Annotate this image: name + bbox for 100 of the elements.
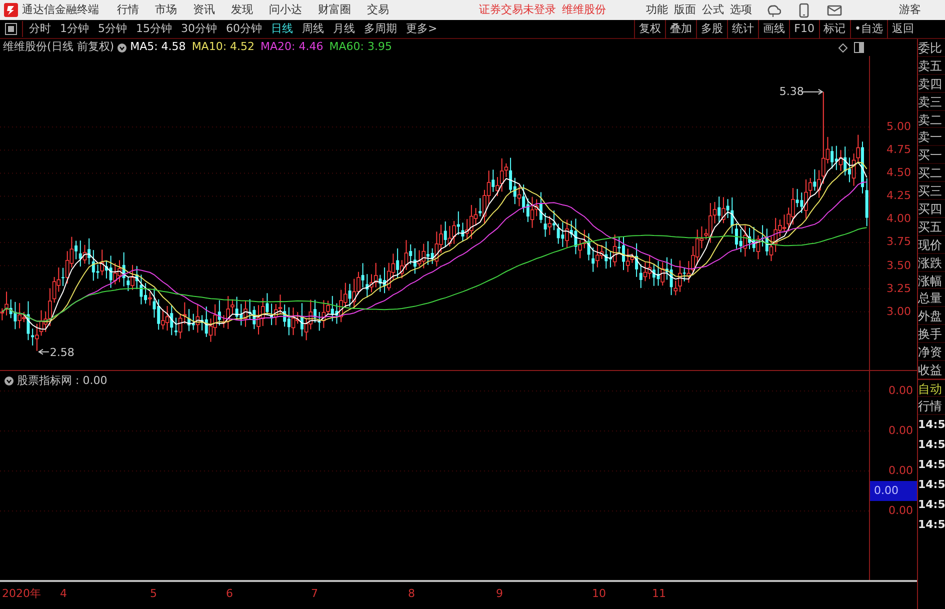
indicator-value: MA60: 3.95	[329, 39, 392, 56]
quote-field-label: 买五	[918, 218, 945, 236]
period-tab[interactable]: 60分钟	[226, 20, 262, 38]
period-tab[interactable]: 1分钟	[60, 20, 89, 38]
quote-field-label: 买三	[918, 182, 945, 200]
date-axis-label: 11	[652, 586, 666, 602]
trade-time: 14:5	[918, 516, 945, 533]
quote-field-label: 涨幅	[918, 272, 945, 290]
price-axis-label: 5.00	[886, 119, 912, 135]
price-axis-label: 3.25	[886, 280, 912, 297]
indicator-value: MA5: 4.58	[130, 39, 186, 56]
quote-field-label: 外盘	[918, 307, 945, 326]
mail-icon[interactable]	[827, 2, 842, 18]
quote-field-label: 卖二	[918, 110, 945, 128]
period-tab[interactable]: 分时	[29, 20, 51, 38]
indicator-title: 股票指标网 : 0.00	[17, 373, 108, 389]
menu-item[interactable]: 财富圈	[318, 2, 351, 18]
date-axis-label: 10	[592, 586, 606, 602]
toolbar-button[interactable]: 返回	[887, 20, 918, 38]
menu-item[interactable]: 行情	[117, 2, 139, 18]
price-axis-label: 3.50	[886, 258, 912, 274]
date-axis-label: 6	[226, 586, 233, 602]
date-axis-label: 7	[311, 586, 318, 602]
trade-time: 14:5	[918, 436, 945, 453]
more-menu[interactable]: 更多>	[406, 20, 438, 38]
toolbar-menu-item[interactable]: 版面	[674, 2, 696, 18]
date-axis-label: 4	[60, 586, 67, 602]
menu-item[interactable]: 发现	[231, 2, 253, 18]
quote-field-label: 买一	[918, 146, 945, 164]
price-axis-label: 4.50	[886, 165, 912, 182]
price-axis-label: 3.00	[886, 304, 912, 320]
period-tab[interactable]: 周线	[302, 20, 324, 38]
period-tab[interactable]: 多周期	[364, 20, 397, 38]
indicator-axis-label: 0.00	[888, 423, 914, 439]
toolbar-button[interactable]: 叠加	[665, 20, 696, 38]
toolbar-button[interactable]: •自选	[850, 20, 887, 38]
login-status-link[interactable]: 证券交易未登录	[479, 2, 556, 18]
period-tab[interactable]: 月线	[333, 20, 355, 38]
toolbar-menu-item[interactable]: 公式	[702, 2, 724, 18]
trade-time: 14:5	[918, 496, 945, 513]
low-price-label: 2.58	[50, 344, 74, 361]
trade-time: 14:5	[918, 416, 945, 433]
logo-icon	[4, 3, 18, 17]
toolbar-button[interactable]: 统计	[727, 20, 758, 38]
quote-field-label: 卖五	[918, 56, 945, 75]
period-tab[interactable]: 日线	[271, 20, 293, 38]
period-tab[interactable]: 15分钟	[136, 20, 172, 38]
toolbar-button[interactable]: 多股	[696, 20, 728, 38]
quote-field-label: 净资	[918, 343, 945, 362]
diamond-icon[interactable]	[838, 42, 848, 52]
menu-item[interactable]: 问小达	[269, 2, 302, 18]
price-axis-label: 4.75	[886, 142, 912, 158]
quote-field-label: 买二	[918, 164, 945, 182]
toolbar-button[interactable]: 复权	[634, 20, 666, 38]
date-axis-label: 9	[496, 586, 503, 602]
menu-item[interactable]: 市场	[155, 2, 177, 18]
user-label[interactable]: 游客	[899, 2, 921, 18]
panel-icon[interactable]	[854, 42, 864, 53]
panel-toggle-icon[interactable]	[4, 21, 18, 37]
low-marker-arrow	[38, 348, 50, 355]
quote-field-label: 卖一	[918, 128, 945, 146]
price-axis-label: 4.00	[886, 211, 912, 228]
high-price-label: 5.38	[779, 84, 804, 100]
toolbar-button[interactable]: 画线	[758, 20, 790, 38]
toolbar-button[interactable]: F10	[789, 20, 818, 38]
menu-item[interactable]: 交易	[367, 2, 389, 18]
quote-field-label: 换手	[918, 325, 945, 344]
skin-icon[interactable]	[766, 2, 781, 18]
phone-icon[interactable]	[797, 2, 811, 18]
period-tab[interactable]: 30分钟	[181, 20, 217, 38]
indicator-axis-label: 0.00	[888, 503, 914, 519]
indicator-value: MA10: 4.52	[192, 39, 255, 56]
auto-mode-label[interactable]: 自动	[918, 378, 945, 397]
toolbar-menu-item[interactable]: 选项	[730, 2, 752, 18]
app-title: 通达信金融终端	[22, 2, 99, 18]
price-axis-label: 4.25	[886, 188, 912, 204]
trade-time: 14:5	[918, 476, 945, 493]
dropdown-icon[interactable]	[117, 42, 128, 52]
quote-field-label: 现价	[918, 236, 945, 254]
quote-field-label: 委比	[918, 39, 945, 57]
quote-field-label: 卖三	[918, 92, 945, 111]
menu-item[interactable]: 资讯	[193, 2, 215, 18]
date-axis-label: 8	[408, 586, 415, 602]
indicator-axis-label: 0.00	[888, 383, 914, 399]
chart-title: 维维股份(日线 前复权)	[3, 39, 114, 56]
dropdown-icon[interactable]	[4, 376, 14, 386]
indicator-axis-label: 0.00	[888, 463, 914, 479]
quote-field-label: 涨跌	[918, 254, 945, 272]
toolbar-menu-item[interactable]: 功能	[646, 2, 668, 18]
quote-field-label: 买四	[918, 200, 945, 218]
stock-name-link[interactable]: 维维股份	[562, 2, 606, 18]
indicator-value: MA20: 4.46	[260, 39, 324, 56]
quote-field-label: 收益	[918, 361, 945, 379]
toolbar-button[interactable]: 标记	[818, 20, 850, 38]
date-axis-label: 2020年	[2, 586, 41, 602]
period-tab[interactable]: 5分钟	[98, 20, 127, 38]
trade-time: 14:5	[918, 456, 945, 473]
date-axis-label: 5	[150, 586, 157, 602]
quote-label: 行情	[918, 396, 945, 415]
quote-field-label: 卖四	[918, 74, 945, 93]
